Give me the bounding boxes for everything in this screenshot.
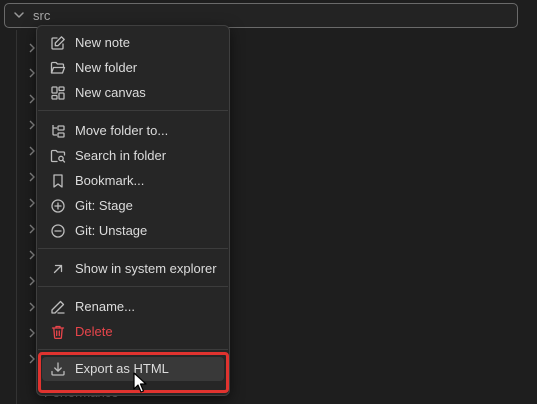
menu-item-move-folder[interactable]: Move folder to... — [42, 119, 224, 143]
menu-item-git-stage[interactable]: Git: Stage — [42, 194, 224, 218]
menu-item-new-note[interactable]: New note — [42, 31, 224, 55]
layout-dashboard-icon — [51, 86, 65, 100]
menu-separator — [38, 349, 228, 350]
menu-item-bookmark[interactable]: Bookmark... — [42, 169, 224, 193]
menu-item-git-unstage[interactable]: Git: Unstage — [42, 219, 224, 243]
folder-search-icon — [50, 149, 66, 163]
file-explorer: src Performance New note New folder — [0, 0, 537, 404]
trash-icon — [51, 325, 65, 340]
folder-tree-icon — [52, 125, 65, 138]
bookmark-icon — [53, 174, 63, 188]
chevron-down-icon — [14, 12, 24, 18]
folder-open-icon — [50, 61, 66, 74]
pencil-icon — [51, 300, 65, 314]
folder-name: src — [33, 8, 51, 23]
download-icon — [51, 362, 65, 376]
menu-item-rename[interactable]: Rename... — [42, 295, 224, 319]
menu-separator — [38, 248, 228, 249]
mouse-pointer-icon — [133, 372, 147, 393]
menu-separator — [38, 110, 228, 111]
plus-circle-icon — [51, 199, 65, 213]
menu-separator — [38, 286, 228, 287]
minus-circle-icon — [51, 224, 65, 238]
context-menu: New note New folder New canvas Move fold… — [36, 25, 230, 396]
menu-item-show-in-explorer[interactable]: Show in system explorer — [42, 257, 224, 281]
tree-indent-guide — [16, 30, 17, 404]
menu-item-new-canvas[interactable]: New canvas — [42, 81, 224, 105]
menu-item-search-in-folder[interactable]: Search in folder — [42, 144, 224, 168]
arrow-up-right-icon — [53, 264, 63, 274]
edit-icon — [51, 36, 65, 50]
menu-item-new-folder[interactable]: New folder — [42, 56, 224, 80]
menu-item-delete[interactable]: Delete — [42, 320, 224, 344]
